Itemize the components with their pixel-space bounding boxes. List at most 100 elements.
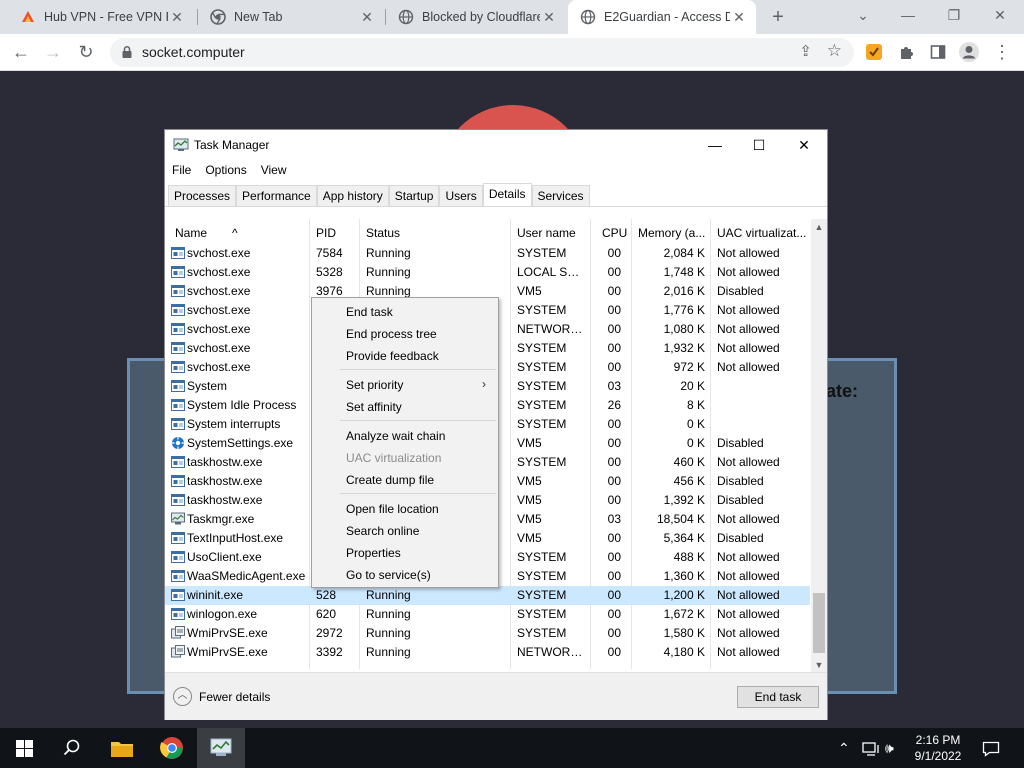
tab-processes[interactable]: Processes — [168, 185, 237, 206]
network-icon[interactable] — [862, 728, 880, 768]
task-manager-taskbar-button[interactable] — [197, 728, 245, 768]
tab-search-chevron-icon[interactable]: ⌄ — [840, 0, 886, 30]
search-icon — [63, 739, 80, 756]
service-icon — [171, 303, 185, 317]
browser-tab-hubvpn[interactable]: Hub VPN - Free VPN Pr ✕ — [8, 0, 194, 34]
new-tab-button[interactable]: + — [765, 4, 791, 30]
extensions-puzzle-icon[interactable] — [893, 39, 919, 65]
close-window-button[interactable]: ✕ — [977, 0, 1023, 30]
minimize-button[interactable]: — — [692, 130, 738, 160]
bookmark-star-icon[interactable]: ☆ — [827, 41, 842, 61]
col-header-memory[interactable]: Memory (a... — [638, 226, 705, 240]
notifications-icon[interactable] — [982, 728, 1000, 768]
col-header-user[interactable]: User name — [517, 226, 576, 240]
menu-item-end-task[interactable]: End task — [346, 305, 393, 319]
cell-uac: Not allowed — [717, 569, 780, 583]
cell-uac: Not allowed — [717, 512, 780, 526]
address-bar[interactable]: socket.computer ⇪ ☆ — [110, 38, 854, 67]
menu-item-create-dump-file[interactable]: Create dump file — [346, 473, 434, 487]
extension-shield-icon[interactable] — [861, 39, 887, 65]
back-arrow-icon[interactable]: ← — [8, 39, 34, 65]
close-button[interactable]: ✕ — [781, 130, 827, 160]
cell-uac: Disabled — [717, 493, 764, 507]
col-header-cpu[interactable]: CPU — [602, 226, 627, 240]
service-icon — [171, 322, 185, 336]
tab-services[interactable]: Services — [531, 185, 590, 206]
cell-memory: 18,504 K — [656, 512, 705, 526]
table-row[interactable]: WmiPrvSE.exe 2972 Running SYSTEM 00 1,580 K No… — [165, 624, 810, 643]
file-explorer-button[interactable] — [98, 728, 146, 768]
menu-item-set-priority[interactable]: Set priority — [346, 378, 403, 392]
url-text[interactable]: socket.computer — [142, 44, 245, 60]
cell-uac: Not allowed — [717, 645, 780, 659]
tab-performance[interactable]: Performance — [236, 185, 317, 206]
start-button[interactable] — [0, 728, 48, 768]
cell-name: svchost.exe — [187, 246, 251, 260]
tab-app-history[interactable]: App history — [316, 185, 389, 206]
menu-item-go-to-services[interactable]: Go to service(s) — [346, 568, 431, 582]
table-row[interactable]: svchost.exe 5328 Running LOCAL SE... 00 1,748… — [165, 263, 810, 282]
show-hidden-icons-chevron-icon[interactable]: ⌃ — [838, 728, 850, 768]
col-header-name[interactable]: Name — [175, 226, 207, 240]
scroll-up-arrow-icon[interactable]: ▲ — [811, 219, 827, 235]
menu-item-open-file-location[interactable]: Open file location — [346, 502, 439, 516]
cell-memory: 20 K — [680, 379, 705, 393]
col-header-status[interactable]: Status — [366, 226, 400, 240]
table-row[interactable]: WmiPrvSE.exe 3392 Running NETWORK... 00 4,180… — [165, 643, 810, 662]
cell-uac: Disabled — [717, 436, 764, 450]
close-tab-icon[interactable]: ✕ — [358, 9, 376, 26]
chrome-taskbar-button[interactable] — [148, 728, 196, 768]
windows-taskbar: ⌃ 🕪 2:16 PM 9/1/2022 — [0, 728, 1024, 768]
browser-tab-newtab[interactable]: New Tab ✕ — [198, 0, 384, 34]
menu-item-properties[interactable]: Properties — [346, 546, 401, 560]
forward-arrow-icon[interactable]: → — [40, 39, 66, 65]
fewer-details-toggle[interactable]: ︿ Fewer details — [173, 687, 270, 706]
menu-item-provide-feedback[interactable]: Provide feedback — [346, 349, 439, 363]
volume-icon[interactable]: 🕪 — [885, 728, 894, 768]
system-clock[interactable]: 2:16 PM 9/1/2022 — [898, 732, 978, 764]
menu-item-analyze-wait-chain[interactable]: Analyze wait chain — [346, 429, 445, 443]
browser-tab-e2guardian[interactable]: E2Guardian - Access De ✕ — [568, 0, 756, 34]
close-tab-icon[interactable]: ✕ — [168, 9, 186, 26]
tab-details[interactable]: Details — [482, 183, 532, 206]
col-header-pid[interactable]: PID — [316, 226, 336, 240]
process-context-menu: End task End process tree Provide feedba… — [311, 297, 499, 588]
cell-user: SYSTEM — [517, 588, 567, 602]
cell-memory: 972 K — [673, 360, 705, 374]
tab-users[interactable]: Users — [439, 185, 483, 206]
menu-item-search-online[interactable]: Search online — [346, 524, 419, 538]
tab-startup[interactable]: Startup — [388, 185, 440, 206]
col-header-uac[interactable]: UAC virtualizat... — [717, 226, 806, 240]
close-tab-icon[interactable]: ✕ — [730, 9, 748, 26]
menu-file[interactable]: File — [165, 160, 198, 182]
cell-cpu: 00 — [607, 303, 621, 317]
menu-options[interactable]: Options — [198, 160, 253, 182]
cell-memory: 1,392 K — [663, 493, 705, 507]
menu-view[interactable]: View — [254, 160, 294, 182]
table-row[interactable]: winlogon.exe 620 Running SYSTEM 00 1,672 K Not… — [165, 605, 810, 624]
menu-item-set-affinity[interactable]: Set affinity — [346, 400, 402, 414]
vertical-scrollbar[interactable]: ▲ ▼ — [811, 219, 827, 673]
profile-avatar-icon[interactable] — [956, 39, 982, 65]
share-icon[interactable]: ⇪ — [799, 42, 812, 60]
menu-bar: File Options View — [165, 160, 294, 182]
table-row[interactable]: wininit.exe 528 Running SYSTEM 00 1,200 K Not … — [165, 586, 810, 605]
browser-tab-cloudflare[interactable]: Blocked by Cloudflare | ✕ — [386, 0, 566, 34]
chrome-menu-icon[interactable]: ⋮ — [989, 39, 1015, 65]
cell-pid: 3392 — [316, 645, 343, 659]
maximize-button[interactable]: ☐ — [736, 130, 782, 160]
side-panel-icon[interactable] — [925, 39, 951, 65]
minimize-window-button[interactable]: — — [885, 0, 931, 30]
reload-icon[interactable]: ↻ — [73, 39, 99, 65]
task-manager-titlebar[interactable]: Task Manager — ☐ ✕ — [165, 130, 827, 160]
end-task-button[interactable]: End task — [737, 686, 819, 708]
scroll-down-arrow-icon[interactable]: ▼ — [811, 657, 827, 673]
search-button[interactable] — [48, 728, 96, 768]
restore-window-button[interactable]: ❐ — [931, 0, 977, 30]
scrollbar-thumb[interactable] — [813, 593, 825, 653]
task-manager-icon — [173, 138, 189, 151]
close-tab-icon[interactable]: ✕ — [540, 9, 558, 26]
table-row[interactable]: svchost.exe 7584 Running SYSTEM 00 2,084 K Not… — [165, 244, 810, 263]
menu-item-end-process-tree[interactable]: End process tree — [346, 327, 437, 341]
service-icon — [171, 341, 185, 355]
